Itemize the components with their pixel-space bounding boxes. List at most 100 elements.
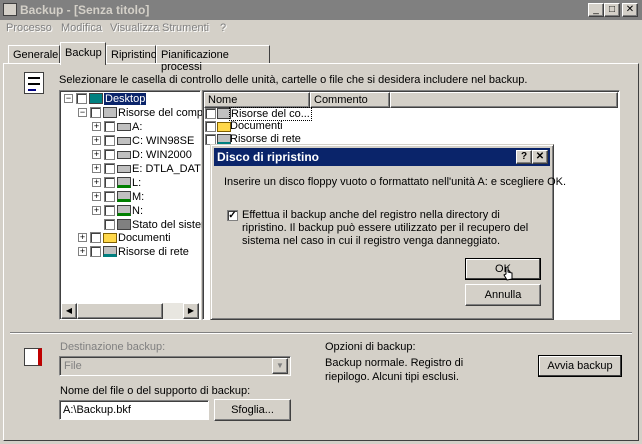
network-drive-icon [117, 191, 131, 202]
help-button[interactable]: ? [516, 150, 532, 164]
tab-label: Ripristino [111, 49, 157, 61]
expand-icon[interactable]: + [92, 206, 101, 215]
minimize-button[interactable]: _ [588, 3, 604, 17]
tree-checkbox[interactable] [76, 93, 87, 104]
tab-backup[interactable]: Backup [60, 42, 106, 65]
network-icon [103, 246, 117, 257]
registry-backup-checkbox[interactable]: ✓ [227, 210, 238, 221]
options-text: Backup normale. Registro di riepilogo. A… [325, 357, 464, 383]
column-header-comment[interactable]: Commento [310, 92, 390, 108]
tree-checkbox[interactable] [90, 246, 101, 257]
tree-checkbox[interactable] [104, 177, 115, 188]
column-header-name[interactable]: Nome [204, 92, 310, 108]
bottom-separator [10, 332, 632, 334]
list-checkbox[interactable] [205, 108, 216, 119]
tree-item-risorse-computer[interactable]: Risorse del comp [118, 107, 203, 119]
destination-label: Destinazione backup: [60, 341, 166, 353]
expand-icon[interactable]: + [78, 247, 87, 256]
filename-input[interactable] [59, 400, 209, 420]
computer-icon [103, 107, 117, 118]
tree-item-e[interactable]: E: DTLA_DAT [132, 163, 201, 175]
column-header-filler [390, 92, 618, 108]
destination-icon [24, 348, 42, 366]
hard-drive-icon [117, 151, 131, 159]
tree-item-d[interactable]: D: WIN2000 [132, 149, 192, 161]
dialog-titlebar[interactable]: Disco di ripristino ? ✕ [214, 148, 550, 166]
tree-item-n[interactable]: N: [132, 205, 143, 217]
hard-drive-icon [117, 137, 131, 145]
filename-label: Nome del file o del supporto di backup: [60, 385, 251, 397]
expand-icon[interactable]: + [92, 192, 101, 201]
tree-item-c[interactable]: C: WIN98SE [132, 135, 194, 147]
tree-item-documenti[interactable]: Documenti [118, 232, 171, 244]
tree-hscrollbar[interactable]: ◀ ▶ [61, 303, 199, 319]
expand-icon[interactable]: + [92, 150, 101, 159]
tree-checkbox[interactable] [104, 135, 115, 146]
desktop-icon [89, 93, 103, 104]
expand-icon[interactable]: + [92, 122, 101, 131]
menu-help[interactable]: ? [220, 22, 226, 34]
list-item-risorse-computer[interactable]: Risorse del co... [229, 107, 312, 121]
tree-item-stato-sistema[interactable]: Stato del sister [132, 219, 205, 231]
tree-item-desktop[interactable]: Desktop [104, 93, 147, 105]
list-item-documenti[interactable]: Documenti [230, 120, 283, 132]
expand-icon[interactable]: + [78, 233, 87, 242]
tree-checkbox[interactable] [104, 121, 115, 132]
scroll-thumb[interactable] [77, 303, 163, 319]
network-drive-icon [117, 205, 131, 216]
column-name-label: Nome [208, 94, 238, 106]
registry-backup-text: Effettua il backup anche del registro ne… [242, 209, 529, 247]
window-title: Backup - [Senza titolo] [20, 3, 150, 17]
chevron-down-icon[interactable]: ▼ [272, 358, 288, 374]
tree-checkbox[interactable] [104, 205, 115, 216]
options-label: Opzioni di backup: [325, 341, 416, 353]
collapse-icon[interactable]: − [64, 94, 73, 103]
tree-checkbox[interactable] [90, 107, 101, 118]
network-drive-icon [117, 177, 131, 188]
close-button[interactable]: ✕ [622, 3, 638, 17]
mouse-cursor-icon [503, 266, 513, 281]
tree-item-a[interactable]: A: [132, 121, 142, 133]
folder-icon [217, 122, 231, 132]
start-backup-button[interactable]: Avvia backup [538, 355, 622, 377]
menu-visualizza[interactable]: Visualizza [110, 22, 159, 34]
restore-disk-dialog: Disco di ripristino ? ✕ Inserire un disc… [210, 144, 566, 320]
destination-select[interactable]: File ▼ [59, 356, 291, 376]
expand-icon[interactable]: + [92, 136, 101, 145]
dialog-title: Disco di ripristino [217, 150, 320, 164]
app-icon [3, 3, 17, 16]
menu-modifica[interactable]: Modifica [61, 22, 102, 34]
list-checkbox[interactable] [205, 121, 216, 132]
tree-checkbox[interactable] [104, 191, 115, 202]
instruction-text: Selezionare le casella di controllo dell… [59, 74, 528, 86]
dialog-message: Inserire un disco floppy vuoto o formatt… [224, 176, 567, 188]
destination-value: File [64, 360, 82, 372]
expand-icon[interactable]: + [92, 164, 101, 173]
scroll-left-button[interactable]: ◀ [61, 303, 77, 319]
hard-drive-icon [117, 165, 131, 173]
browse-button[interactable]: Sfoglia... [214, 399, 291, 421]
window-titlebar[interactable]: Backup - [Senza titolo] _ □ ✕ [0, 0, 642, 20]
tab-generale[interactable]: Generale [8, 45, 60, 64]
cancel-button[interactable]: Annulla [465, 284, 541, 306]
column-comment-label: Commento [314, 94, 368, 106]
menu-processo[interactable]: Processo [6, 22, 52, 34]
scroll-right-button[interactable]: ▶ [183, 303, 199, 319]
tab-ripristino[interactable]: Ripristino [106, 45, 157, 64]
tree-item-m[interactable]: M: [132, 191, 144, 203]
collapse-icon[interactable]: − [78, 108, 87, 117]
tree-checkbox[interactable] [104, 219, 115, 230]
tab-pianificazione[interactable]: Pianificazione processi [156, 45, 270, 73]
tree-checkbox[interactable] [104, 149, 115, 160]
expand-icon[interactable]: + [92, 178, 101, 187]
tree-checkbox[interactable] [104, 163, 115, 174]
menu-strumenti[interactable]: Strumenti [162, 22, 209, 34]
system-state-icon [117, 219, 131, 230]
tree-checkbox[interactable] [90, 232, 101, 243]
floppy-drive-icon [117, 123, 131, 131]
maximize-button[interactable]: □ [604, 3, 620, 17]
tree-item-risorse-rete[interactable]: Risorse di rete [118, 246, 189, 258]
checklist-icon [24, 72, 44, 94]
dialog-close-button[interactable]: ✕ [532, 150, 548, 164]
tree-item-l[interactable]: L: [132, 177, 141, 189]
